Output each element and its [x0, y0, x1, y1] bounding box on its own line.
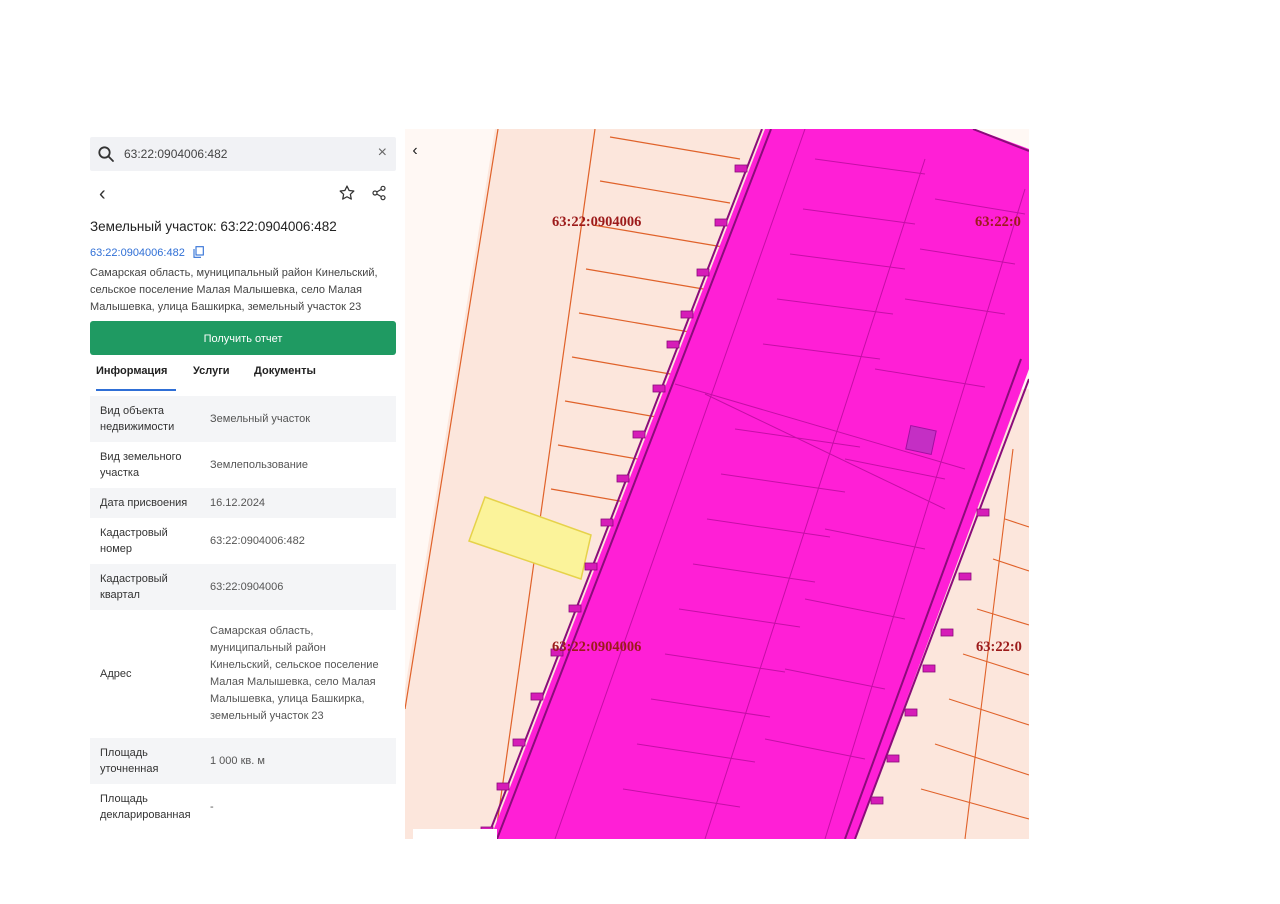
collapse-panel-icon[interactable]: ‹	[405, 139, 425, 163]
row-value: Землепользование	[210, 458, 309, 471]
tab-information[interactable]: Информация	[96, 365, 176, 391]
search-input[interactable]: 63:22:0904006:482	[124, 147, 227, 161]
copy-icon[interactable]	[193, 246, 204, 258]
row-key: Площадь уточненная	[100, 747, 159, 775]
share-icon[interactable]	[371, 185, 387, 201]
row-value: Земельный участок	[210, 412, 311, 425]
row-value: 63:22:0904006	[210, 580, 284, 593]
row-key: Адрес	[100, 668, 132, 680]
row-key: Вид земельного участка	[100, 451, 182, 479]
cadastral-number-text[interactable]: 63:22:0904006:482	[90, 247, 185, 259]
row-key: Кадастровый номер	[100, 527, 168, 555]
table-row: Кадастровый квартал 63:22:0904006	[90, 564, 396, 610]
row-value: 16.12.2024	[210, 496, 266, 509]
small-building	[905, 424, 937, 456]
parcel-address: Самарская область, муниципальный район К…	[90, 267, 378, 313]
row-value: Самарская область, муниципальный район К…	[210, 625, 379, 722]
row-value: -	[210, 800, 214, 813]
map-canvas[interactable]: 63:22:0904006 63:22:0 63:22:0904006 63:2…	[405, 129, 1029, 839]
search-bar[interactable]: 63:22:0904006:482 ×	[90, 137, 396, 171]
close-icon[interactable]: ×	[378, 144, 387, 162]
tab-documents-label: Документы	[254, 365, 316, 377]
tab-services[interactable]: Услуги	[193, 365, 230, 389]
cadastral-number-link[interactable]: 63:22:0904006:482	[90, 246, 204, 259]
quarter-label: 63:22:0904006	[552, 639, 641, 655]
info-panel: 63:22:0904006:482 × ‹ Земельный участок:…	[90, 137, 396, 839]
search-icon	[98, 146, 114, 162]
map-corner-blank	[413, 829, 497, 839]
table-row: Дата присвоения 16.12.2024	[90, 488, 396, 518]
tab-documents[interactable]: Документы	[254, 365, 316, 389]
table-row: Площадь уточненная 1 000 кв. м	[90, 738, 396, 784]
table-row: Кадастровый номер 63:22:0904006:482	[90, 518, 396, 564]
back-icon[interactable]: ‹	[99, 183, 106, 205]
panel-toolbar: ‹	[90, 181, 396, 209]
parcel-title: Земельный участок: 63:22:0904006:482	[90, 219, 337, 234]
tab-services-label: Услуги	[193, 365, 230, 377]
tab-information-label: Информация	[96, 365, 168, 377]
row-key: Дата присвоения	[100, 497, 188, 509]
cadastral-map[interactable]: 63:22:0904006 63:22:0 63:22:0904006 63:2…	[405, 129, 1029, 839]
quarter-label: 63:22:0	[975, 214, 1021, 230]
table-row: Площадь декларированная -	[90, 784, 396, 830]
row-key: Вид объекта недвижимости	[100, 405, 175, 433]
tab-bar: Информация Услуги Документы	[90, 365, 396, 391]
row-value: 63:22:0904006:482	[210, 534, 305, 547]
quarter-label: 63:22:0	[976, 639, 1022, 655]
get-report-button[interactable]: Получить отчет	[90, 321, 396, 355]
star-icon[interactable]	[338, 184, 356, 202]
table-row: Вид объекта недвижимости Земельный участ…	[90, 396, 396, 442]
quarter-label: 63:22:0904006	[552, 214, 641, 230]
row-value: 1 000 кв. м	[210, 754, 265, 767]
info-table: Вид объекта недвижимости Земельный участ…	[90, 396, 396, 830]
row-key: Площадь декларированная	[100, 793, 191, 821]
table-row: Адрес Самарская область, муниципальный р…	[90, 610, 396, 738]
row-key: Кадастровый квартал	[100, 573, 168, 601]
table-row: Вид земельного участка Землепользование	[90, 442, 396, 488]
